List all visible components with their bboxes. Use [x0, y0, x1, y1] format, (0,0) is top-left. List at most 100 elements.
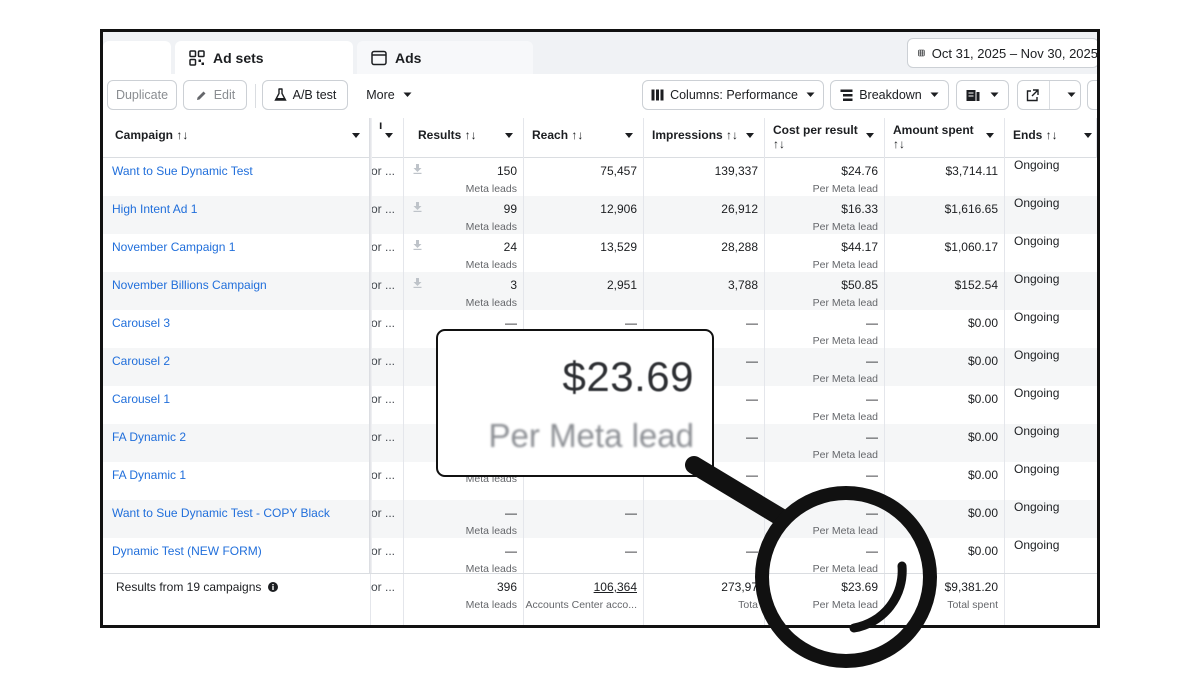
campaign-name-link[interactable]: Dynamic Test (NEW FORM) [112, 544, 262, 558]
campaign-name-link[interactable]: FA Dynamic 2 [112, 430, 186, 444]
campaign-name-link[interactable]: Want to Sue Dynamic Test - COPY Black [112, 506, 330, 520]
cost-sub: Per Meta lead [812, 411, 878, 423]
impressions-value: 28,288 [721, 240, 758, 254]
summary-cost-cell: $23.69 Per Meta lead [765, 574, 885, 625]
amount-value: $1,616.65 [944, 202, 998, 216]
columns-button[interactable]: Columns: Performance [642, 80, 824, 110]
campaign-name-cell: Carousel 2 [103, 348, 371, 386]
chevron-down-icon[interactable] [385, 133, 393, 138]
campaign-name-link[interactable]: Carousel 1 [112, 392, 170, 406]
chevron-down-icon[interactable] [746, 133, 754, 138]
ends-cell: Ongoing [1005, 196, 1097, 234]
settings-button-partial[interactable] [1087, 80, 1097, 110]
results-sub: Meta leads [465, 525, 517, 537]
more-button[interactable]: More [359, 80, 419, 110]
truncated-value: or ... [371, 202, 396, 216]
tab-ad-sets[interactable]: Ad sets [175, 41, 353, 74]
col-header-campaign[interactable]: Campaign ↑↓ [103, 118, 371, 158]
cost-cell: — Per Meta lead [765, 386, 885, 424]
chevron-down-icon[interactable] [352, 133, 360, 138]
split-divider [1049, 81, 1050, 109]
results-sub: Meta leads [465, 297, 517, 309]
results-cell: — Meta leads [404, 538, 524, 576]
export-button[interactable] [1017, 80, 1081, 110]
campaign-name-cell: November Campaign 1 [103, 234, 371, 272]
truncated-cell: or ... [371, 196, 404, 234]
ends-cell: Ongoing [1005, 158, 1097, 196]
truncated-value: or ... [371, 506, 396, 520]
summary-reach-cell: 106,364 Accounts Center acco... [524, 574, 644, 625]
table-row[interactable]: High Intent Ad 1 or ... 99 Meta leads 12,906… [103, 196, 1097, 234]
reach-cell: 13,529 [524, 234, 644, 272]
cost-value: — [866, 544, 878, 558]
reach-value: 13,529 [600, 240, 637, 254]
ends-value: Ongoing [1014, 272, 1060, 286]
tab-ads-label: Ads [395, 49, 422, 66]
amount-value: $3,714.11 [945, 164, 999, 178]
campaign-name-link[interactable]: High Intent Ad 1 [112, 202, 197, 216]
table-row[interactable]: Want to Sue Dynamic Test - COPY Black or … [103, 500, 1097, 538]
edit-label: Edit [213, 88, 236, 102]
col-header-results[interactable]: Results ↑↓ [404, 118, 524, 158]
col-header-truncated[interactable]: ı [371, 118, 404, 158]
duplicate-label: Duplicate [115, 88, 169, 102]
table-row[interactable]: November Billions Campaign or ... 3 Meta le… [103, 272, 1097, 310]
callout-value: $23.69 [562, 353, 694, 400]
info-icon[interactable] [267, 582, 278, 592]
campaign-name-link[interactable]: November Billions Campaign [112, 278, 267, 292]
frozen-column-divider [369, 118, 372, 625]
impressions-cell: 28,288 [644, 234, 765, 272]
edit-button[interactable]: Edit [183, 80, 247, 110]
col-header-ends[interactable]: Ends ↑↓ [1005, 118, 1097, 158]
table-row[interactable]: November Campaign 1 or ... 24 Meta leads 13,… [103, 234, 1097, 272]
tab-ads[interactable]: Ads [357, 41, 533, 74]
breakdown-icon [840, 89, 853, 101]
columns-icon [651, 89, 664, 101]
col-header-truncated-fragment: ı [379, 118, 383, 132]
campaign-name-link[interactable]: FA Dynamic 1 [112, 468, 186, 482]
col-header-amount-spent[interactable]: Amount spent ↑↓ [885, 118, 1005, 158]
date-range-picker[interactable]: Oct 31, 2025 – Nov 30, 2025 [907, 38, 1097, 68]
table-row[interactable]: Want to Sue Dynamic Test or ... 150 Meta le… [103, 158, 1097, 196]
export-icon [1026, 88, 1039, 101]
col-header-reach[interactable]: Reach ↑↓ [524, 118, 644, 158]
chevron-down-icon[interactable] [625, 133, 633, 138]
download-icon [413, 278, 422, 288]
breakdown-button[interactable]: Breakdown [830, 80, 949, 110]
campaign-name-link[interactable]: Carousel 2 [112, 354, 170, 368]
duplicate-button[interactable]: Duplicate [107, 80, 177, 110]
reports-button[interactable] [956, 80, 1009, 110]
download-icon [413, 164, 422, 174]
cost-sub: Per Meta lead [812, 449, 878, 461]
columns-label: Columns: Performance [670, 88, 798, 102]
cost-cell: — Per Meta lead [765, 538, 885, 576]
chevron-down-icon[interactable] [1084, 133, 1092, 138]
tab-campaigns-partial[interactable] [103, 41, 171, 74]
truncated-value: or ... [371, 468, 396, 482]
summary-reach[interactable]: 106,364 [594, 580, 637, 594]
truncated-cell: or ... [371, 424, 404, 462]
cost-cell: $24.76 Per Meta lead [765, 158, 885, 196]
ends-cell: Ongoing [1005, 272, 1097, 310]
chevron-down-icon[interactable] [505, 133, 513, 138]
cost-value: — [866, 354, 878, 368]
ends-value: Ongoing [1014, 500, 1060, 514]
ab-test-button[interactable]: A/B test [262, 80, 348, 110]
amount-value: $152.54 [954, 278, 998, 292]
amount-cell: $0.00 [885, 500, 1005, 538]
tab-ad-sets-label: Ad sets [213, 49, 264, 66]
amount-cell: $0.00 [885, 310, 1005, 348]
campaign-name-cell: FA Dynamic 1 [103, 462, 371, 500]
cost-cell: $50.85 Per Meta lead [765, 272, 885, 310]
campaign-name-link[interactable]: Carousel 3 [112, 316, 170, 330]
col-header-impressions[interactable]: Impressions ↑↓ [644, 118, 765, 158]
campaign-name-link[interactable]: November Campaign 1 [112, 240, 235, 254]
table-row[interactable]: Dynamic Test (NEW FORM) or ... — Meta leads… [103, 538, 1097, 576]
download-icon [413, 202, 422, 212]
chevron-down-icon[interactable] [866, 133, 874, 138]
reach-value: 75,457 [600, 164, 637, 178]
reach-cell: 2,951 [524, 272, 644, 310]
col-header-cost-per-result[interactable]: Cost per result ↑↓ [765, 118, 885, 158]
campaign-name-link[interactable]: Want to Sue Dynamic Test [112, 164, 253, 178]
chevron-down-icon[interactable] [986, 133, 994, 138]
